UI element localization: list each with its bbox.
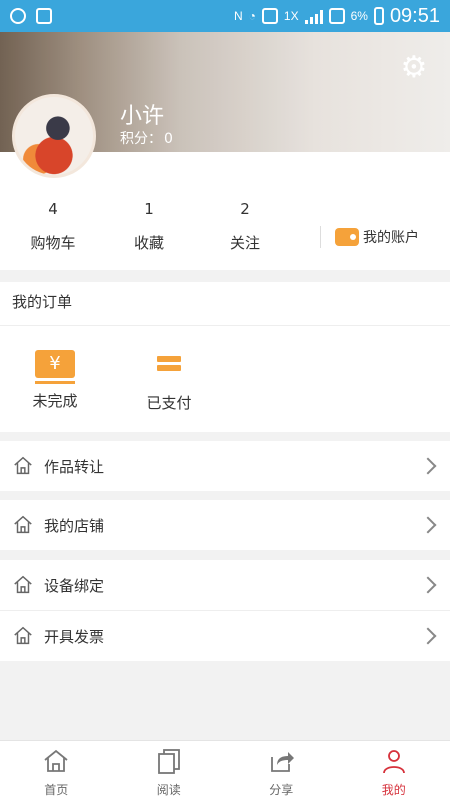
home-outline-icon — [14, 626, 32, 645]
wifi-icon: ◔ — [248, 9, 256, 23]
tab-home[interactable]: 首页 — [0, 741, 113, 800]
stat-count: 1 — [144, 200, 154, 218]
orders-section: 我的订单 ¥ 未完成 已支付 — [0, 282, 450, 432]
sim-icon — [261, 8, 278, 24]
status-left — [10, 8, 52, 24]
bottom-nav: 首页 阅读 分享 我的 — [0, 740, 450, 800]
share-icon — [271, 752, 295, 772]
tab-label: 阅读 — [156, 783, 181, 797]
stat-label: 关注 — [229, 234, 260, 252]
status-right: N ◔ 1X 6% 09:51 — [234, 5, 440, 28]
my-account-button[interactable]: 我的账户 — [320, 226, 419, 248]
pages-icon — [157, 749, 180, 774]
menu-label: 开具发票 — [44, 627, 105, 646]
order-paid[interactable]: 已支付 — [124, 350, 214, 413]
battery-percent: 6% — [350, 9, 368, 23]
tab-label: 我的 — [381, 783, 406, 797]
tab-share[interactable]: 分享 — [225, 741, 338, 800]
menu-item-my-store[interactable]: 我的店铺 — [0, 500, 450, 550]
user-icon — [382, 750, 405, 774]
username: 小许 — [120, 104, 165, 129]
stat-favorites[interactable]: 1 收藏 — [101, 200, 197, 253]
status-bar: N ◔ 1X 6% 09:51 — [0, 0, 450, 32]
menu-label: 我的店铺 — [44, 516, 105, 535]
stat-following[interactable]: 2 关注 — [197, 200, 293, 253]
menu-item-invoice[interactable]: 开具发票 — [0, 611, 450, 661]
order-label: 已支付 — [146, 394, 192, 412]
stat-cart[interactable]: 4 购物车 — [5, 200, 101, 253]
signal-icon — [304, 8, 323, 24]
wallet-icon — [335, 228, 359, 246]
points-value: 0 — [164, 131, 173, 147]
tab-mine[interactable]: 我的 — [338, 741, 450, 800]
stat-count: 4 — [48, 200, 58, 218]
card-icon — [157, 354, 181, 374]
tab-label: 分享 — [269, 783, 294, 797]
home-outline-icon — [14, 456, 32, 475]
yen-card-icon: ¥ — [35, 350, 75, 384]
network-label: 1X — [283, 9, 299, 23]
menu-item-device-binding[interactable]: 设备绑定 — [0, 560, 450, 610]
menu-item-transfer[interactable]: 作品转让 — [0, 441, 450, 491]
gear-icon[interactable]: ⚙ — [400, 53, 428, 83]
notification-icon — [10, 8, 26, 24]
data-icon — [328, 8, 345, 24]
tab-read[interactable]: 阅读 — [113, 741, 226, 800]
stat-label: 购物车 — [30, 234, 76, 252]
avatar[interactable] — [12, 94, 96, 178]
chevron-right-icon — [419, 457, 437, 475]
points: 积分： 0 — [120, 128, 173, 148]
chevron-right-icon — [419, 627, 437, 645]
chevron-right-icon — [419, 516, 437, 534]
stat-label: 收藏 — [133, 234, 164, 252]
points-label: 积分： — [120, 131, 162, 147]
nfc-icon: N — [233, 9, 243, 23]
image-icon — [36, 8, 52, 24]
menu-label: 设备绑定 — [44, 576, 105, 595]
home-icon — [44, 749, 68, 772]
tab-label: 首页 — [44, 783, 69, 797]
clock: 09:51 — [389, 4, 440, 27]
stat-count: 2 — [240, 200, 250, 218]
chevron-right-icon — [419, 576, 437, 594]
home-outline-icon — [14, 515, 32, 534]
battery-icon — [373, 7, 384, 25]
order-unfinished[interactable]: ¥ 未完成 — [10, 350, 100, 411]
home-outline-icon — [14, 575, 32, 594]
menu-label: 作品转让 — [44, 457, 105, 476]
my-account-label: 我的账户 — [363, 230, 419, 246]
order-label: 未完成 — [32, 392, 78, 410]
orders-title: 我的订单 — [0, 282, 450, 326]
